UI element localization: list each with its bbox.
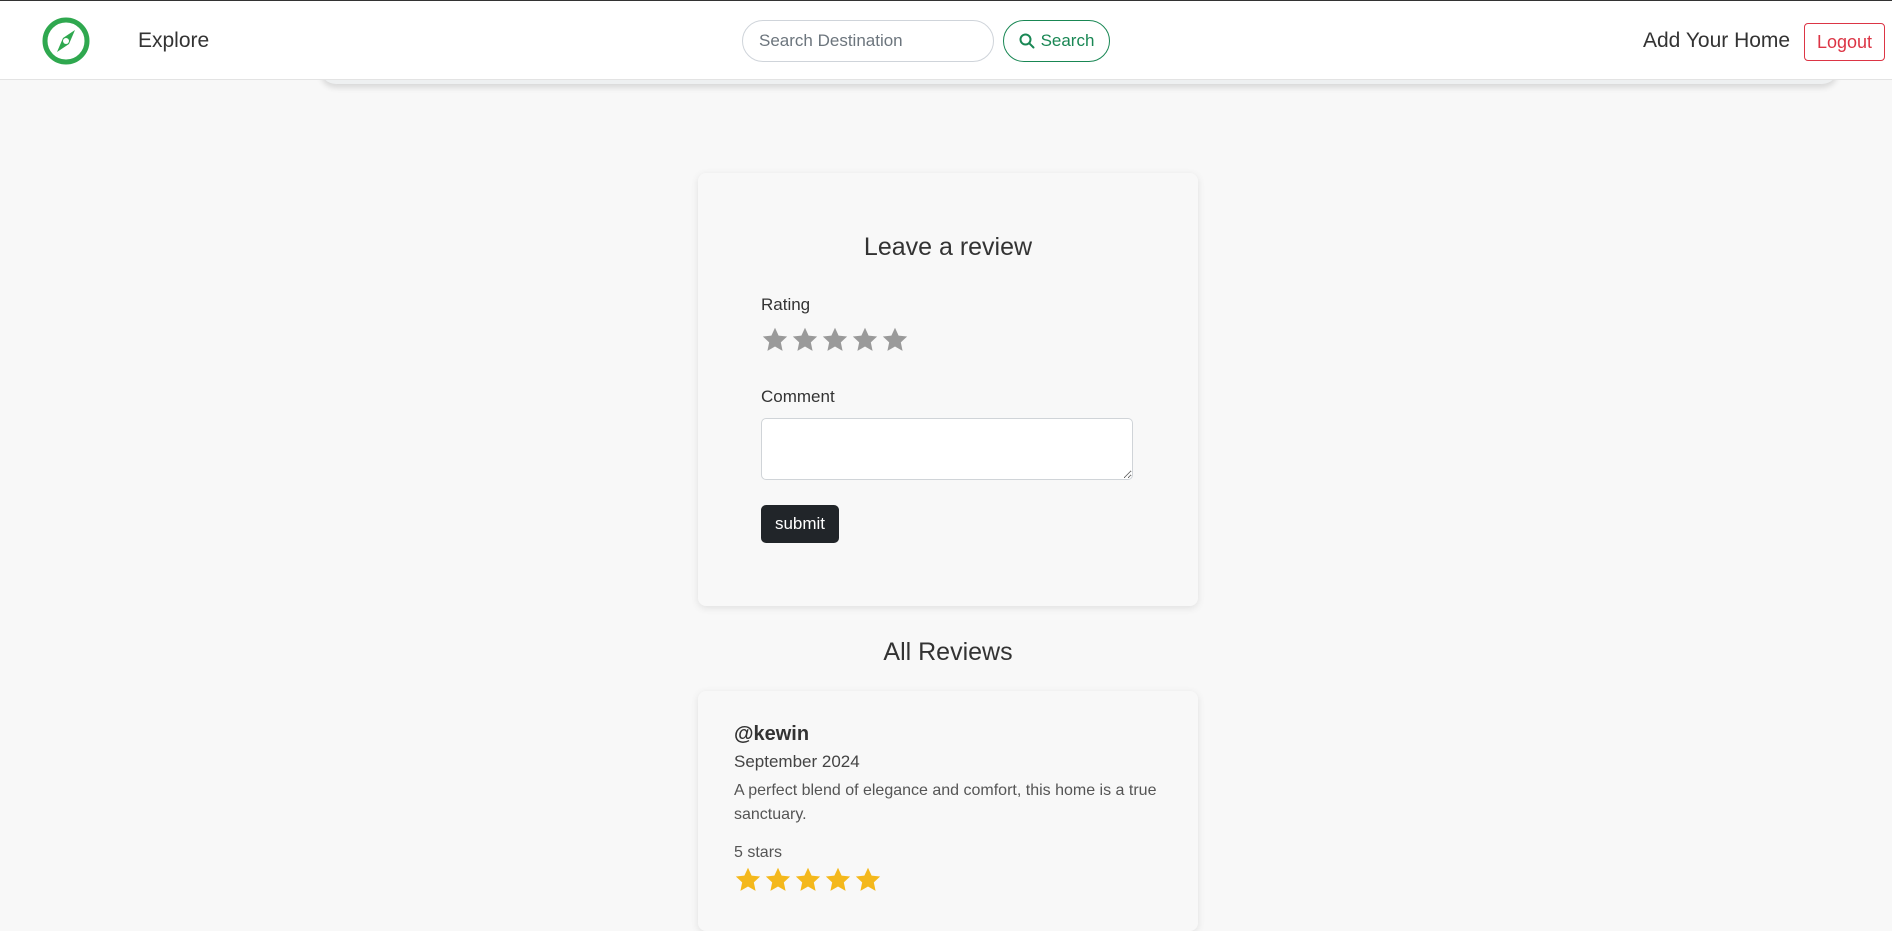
rating-stars-input[interactable] <box>761 326 909 354</box>
review-author: @kewin <box>734 723 810 745</box>
compass-icon[interactable] <box>41 16 91 66</box>
leave-review-card: Leave a review Rating Comment submit <box>698 173 1198 606</box>
rating-star-icon[interactable] <box>761 326 789 354</box>
all-reviews-title: All Reviews <box>883 638 1013 666</box>
comment-textarea[interactable] <box>761 418 1133 480</box>
search-button[interactable]: Search <box>1003 20 1110 62</box>
rating-star-icon[interactable] <box>791 326 819 354</box>
leave-review-title: Leave a review <box>863 233 1033 261</box>
comment-label: Comment <box>761 387 835 406</box>
submit-button[interactable]: submit <box>761 505 839 543</box>
review-star-icon <box>825 867 851 891</box>
rating-star-icon[interactable] <box>881 326 909 354</box>
review-star-icon <box>735 867 761 891</box>
search-button-label: Search <box>1040 31 1095 50</box>
review-date: September 2024 <box>734 752 860 771</box>
search-input[interactable] <box>742 20 994 62</box>
top-navbar: Explore Search Add Your Home Logout <box>0 0 1892 80</box>
review-card: @kewin September 2024 A perfect blend of… <box>698 691 1198 931</box>
review-rating-text: 5 stars <box>734 844 783 861</box>
rating-star-icon[interactable] <box>821 326 849 354</box>
review-star-icon <box>795 867 821 891</box>
nav-explore-link[interactable]: Explore <box>138 29 209 53</box>
review-star-icon <box>765 867 791 891</box>
logout-button[interactable]: Logout <box>1804 23 1885 61</box>
search-icon <box>1019 33 1035 49</box>
review-star-icon <box>855 867 881 891</box>
review-comment: A perfect blend of elegance and comfort,… <box>734 782 1157 823</box>
add-your-home-link[interactable]: Add Your Home <box>1643 29 1790 53</box>
rating-label: Rating <box>761 295 811 314</box>
rating-star-icon[interactable] <box>851 326 879 354</box>
review-rating-stars <box>734 866 882 894</box>
